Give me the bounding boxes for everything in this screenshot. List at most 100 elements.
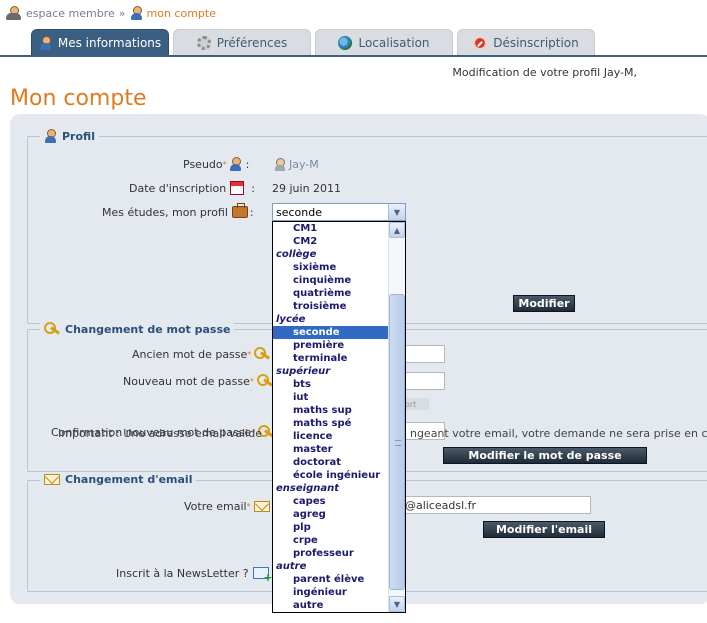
newsletter-label: Inscrit à la NewsLetter ?	[116, 566, 249, 580]
password-legend: Changement de mot passe	[40, 322, 235, 336]
dropdown-option[interactable]: master	[273, 443, 388, 456]
profile-message: Modification de votre profil Jay-M,	[452, 66, 637, 79]
dropdown-option[interactable]: sixième	[273, 261, 388, 274]
tab-mes-informations[interactable]: Mes informations	[31, 29, 169, 55]
dropdown-option[interactable]: maths spé	[273, 417, 388, 430]
dropdown-group-label: collège	[276, 249, 317, 260]
dropdown-scrollbar[interactable]: ▲ ▼	[388, 222, 405, 612]
dropdown-option[interactable]: CM2	[273, 235, 388, 248]
user-icon	[229, 157, 242, 171]
email-legend: Changement d'email	[40, 473, 197, 486]
email-label: Votre email	[184, 499, 247, 513]
dropdown-group-label: lycée	[276, 314, 306, 325]
old-password-input[interactable]	[405, 345, 445, 363]
date-label: Date d'inscription	[129, 181, 227, 195]
scroll-up-icon[interactable]: ▲	[389, 222, 405, 238]
newsletter-row: Inscrit à la NewsLetter ?	[116, 565, 273, 585]
dropdown-option[interactable]: professeur	[273, 547, 388, 560]
scroll-down-icon[interactable]: ▼	[389, 596, 405, 612]
dropdown-option[interactable]: autre	[273, 599, 388, 612]
breadcrumb: espace membre » mon compte	[6, 4, 216, 22]
dropdown-option[interactable]: parent élève	[273, 573, 388, 586]
briefcase-icon	[231, 203, 248, 218]
pseudo-label: Pseudo	[183, 157, 223, 171]
dropdown-option[interactable]: bts	[273, 378, 388, 391]
etudes-label: Mes études, mon profil	[102, 205, 228, 219]
required-mark: *	[249, 376, 254, 386]
date-value: 29 juin 2011	[272, 181, 342, 195]
chevron-down-icon[interactable]: ▼	[388, 204, 405, 220]
dropdown-option[interactable]: iut	[273, 391, 388, 404]
colon: :	[245, 157, 250, 171]
stop-icon	[473, 35, 488, 50]
etudes-dropdown-list[interactable]: CM1 CM2 collège sixième cinquième quatrième tr…	[272, 221, 406, 613]
dropdown-option[interactable]: agreg	[273, 508, 388, 521]
dropdown-group-label: enseignant	[276, 483, 339, 494]
key-icon	[256, 374, 273, 388]
pseudo-value: Jay-M	[274, 156, 319, 172]
avatar-icon	[274, 157, 286, 171]
user-icon	[130, 6, 143, 20]
dropdown-option[interactable]: troisième	[273, 300, 388, 313]
tab-underline	[0, 55, 707, 57]
date-row: Date d'inscription :	[129, 180, 255, 196]
dropdown-option[interactable]: seconde	[273, 326, 388, 339]
dropdown-group-label: supérieur	[276, 366, 331, 377]
tab-label: Désinscription	[493, 35, 579, 50]
mail-add-icon[interactable]	[252, 567, 273, 584]
pseudo-row: Pseudo * :	[183, 156, 249, 172]
new-password-input[interactable]	[405, 372, 445, 390]
user-icon	[39, 35, 52, 50]
dropdown-option[interactable]: doctorat	[273, 456, 388, 469]
user-icon	[44, 129, 57, 143]
tab-label: Localisation	[358, 35, 430, 50]
tab-desinscription[interactable]: Désinscription	[457, 29, 595, 55]
dropdown-option[interactable]: quatrième	[273, 287, 388, 300]
dropdown-option[interactable]: cinquième	[273, 274, 388, 287]
dropdown-option[interactable]: terminale	[273, 352, 388, 365]
colon: :	[251, 181, 255, 195]
etudes-row: Mes études, mon profil :	[102, 203, 254, 220]
email-row: Votre email *	[184, 498, 270, 514]
scrollbar-thumb[interactable]	[389, 294, 405, 590]
breadcrumb-home-link[interactable]: espace membre	[26, 7, 115, 20]
gear-icon	[196, 35, 211, 50]
calendar-icon	[230, 181, 245, 195]
etudes-select[interactable]: seconde ▼	[272, 203, 406, 221]
breadcrumb-separator: »	[118, 6, 126, 20]
required-mark: *	[246, 501, 251, 511]
dropdown-option[interactable]: plp	[273, 521, 388, 534]
old-password-label: Ancien mot de passe	[132, 347, 248, 361]
password-strength: ort	[405, 398, 429, 410]
dropdown-option[interactable]: ingénieur	[273, 586, 388, 599]
modifier-profil-button[interactable]: Modifier	[513, 295, 575, 312]
tab-label: Mes informations	[57, 35, 162, 50]
dropdown-option[interactable]: CM1	[273, 222, 388, 235]
new-password-label: Nouveau mot de passe	[123, 374, 250, 388]
grip-icon	[395, 440, 401, 446]
modifier-email-button[interactable]: Modifier l'email	[483, 521, 605, 538]
tab-bar: Mes informations Préférences Localisatio…	[31, 29, 595, 55]
tab-localisation[interactable]: Localisation	[315, 29, 453, 55]
dropdown-option[interactable]: maths sup	[273, 404, 388, 417]
profil-legend: Profil	[40, 129, 99, 143]
breadcrumb-current: mon compte	[146, 6, 216, 20]
dropdown-option[interactable]: école ingénieur	[273, 469, 388, 482]
key-icon	[44, 322, 60, 336]
key-icon	[254, 347, 270, 361]
globe-icon	[338, 35, 353, 50]
mail-icon	[253, 500, 270, 512]
required-mark: *	[247, 349, 252, 359]
dropdown-option[interactable]: première	[273, 339, 388, 352]
old-password-row: Ancien mot de passe *	[132, 346, 270, 362]
email-input[interactable]: @aliceadsl.fr	[395, 496, 591, 514]
tab-preferences[interactable]: Préférences	[173, 29, 311, 55]
dropdown-option[interactable]: capes	[273, 495, 388, 508]
mail-icon	[44, 474, 60, 485]
dropdown-group-label: autre	[276, 561, 307, 572]
modifier-mot-de-passe-button[interactable]: Modifier le mot de passe	[443, 447, 647, 464]
page-title: Mon compte	[10, 86, 147, 111]
dropdown-option[interactable]: crpe	[273, 534, 388, 547]
dropdown-option[interactable]: licence	[273, 430, 388, 443]
required-mark: *	[222, 159, 227, 169]
